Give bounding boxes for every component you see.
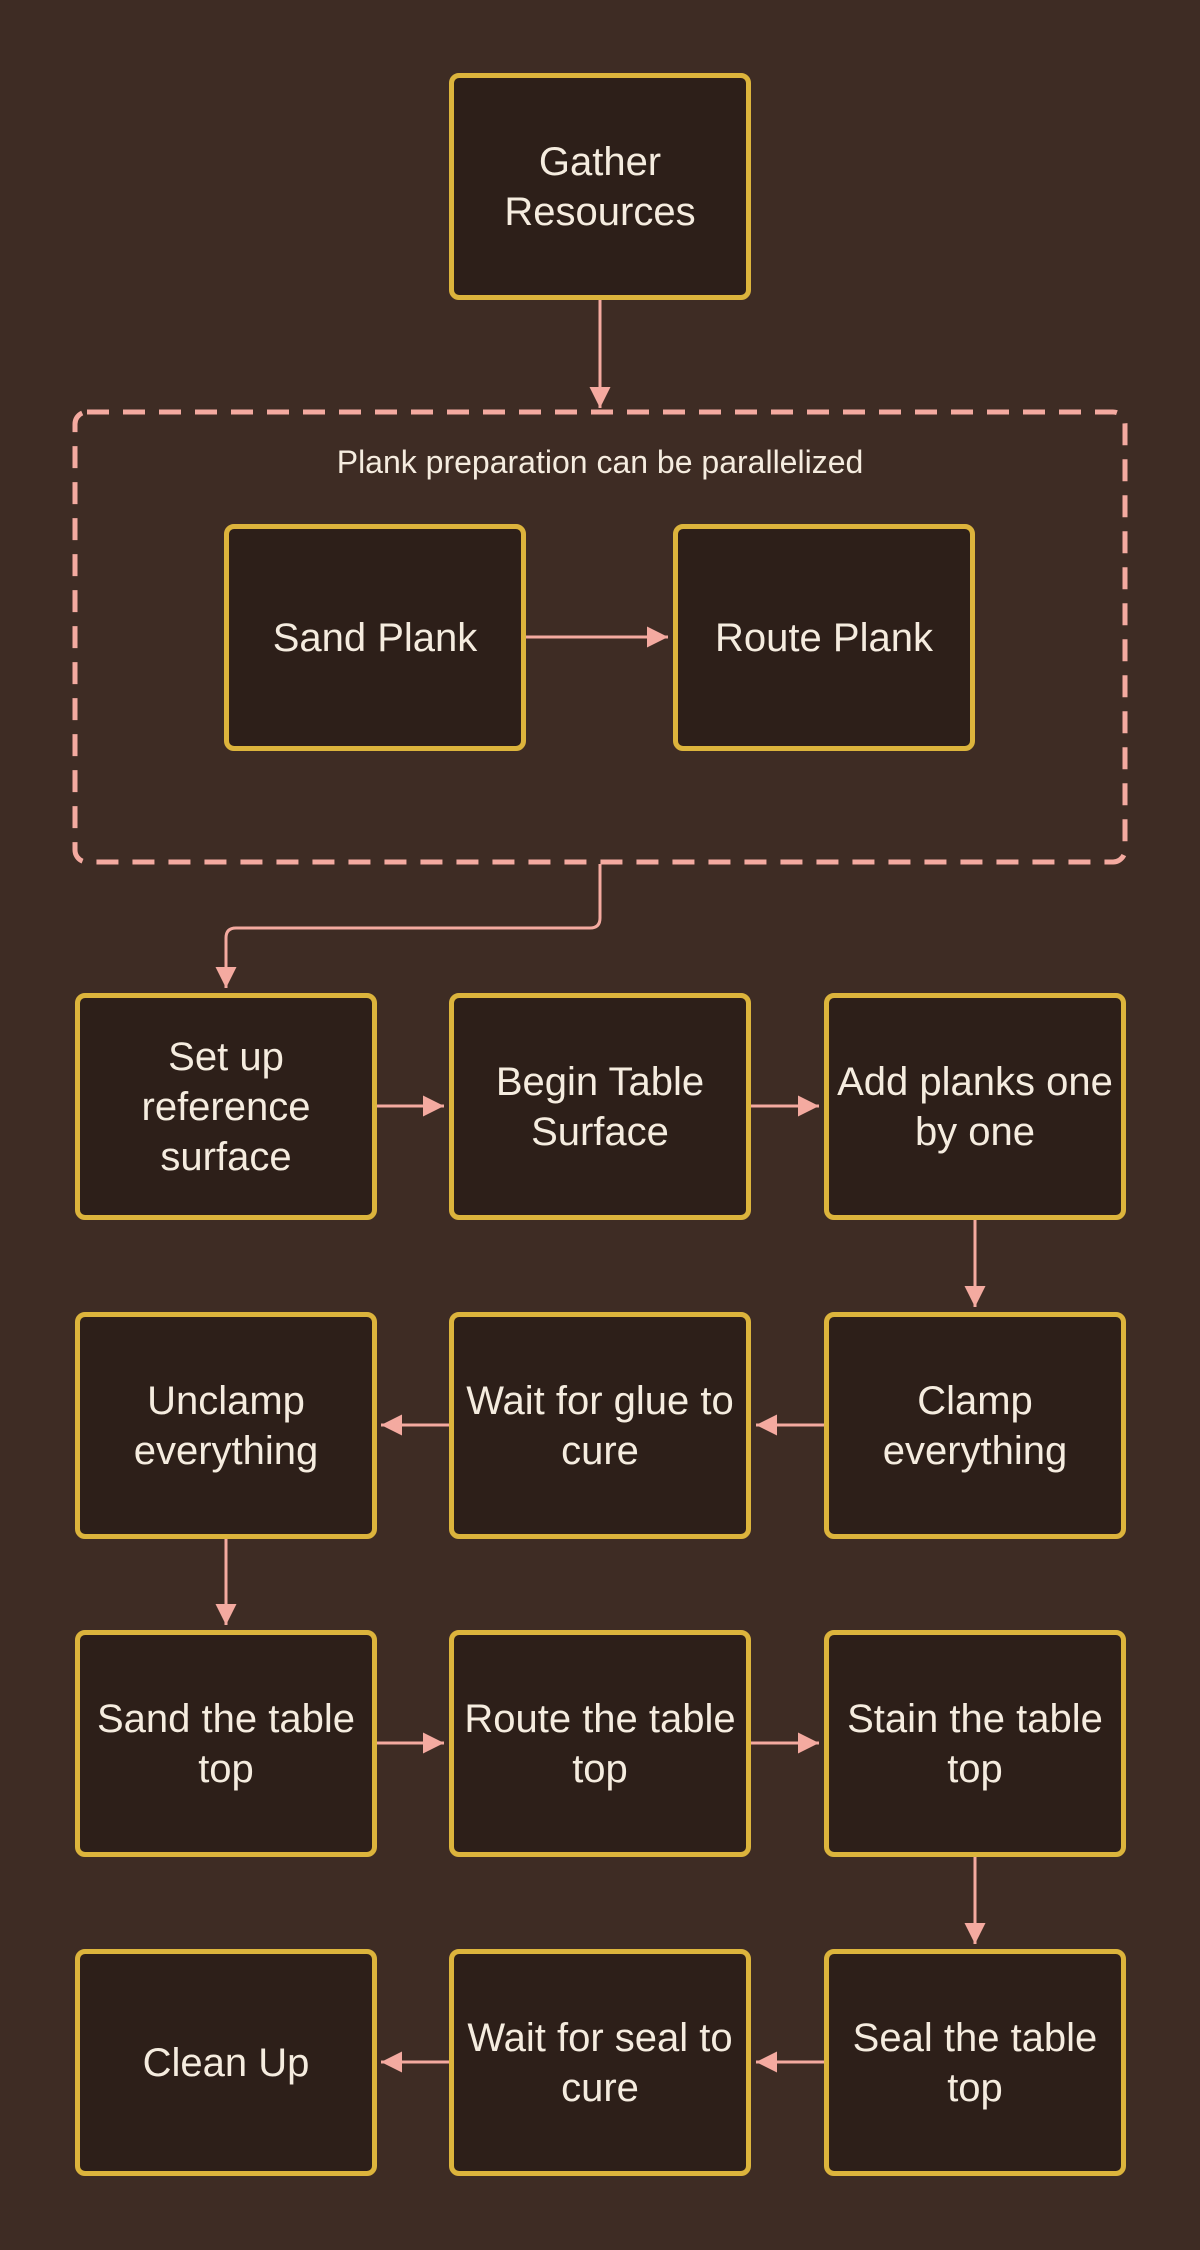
node-sand-top[interactable]: Sand the table top <box>75 1630 377 1857</box>
edge-group-to-setup <box>215 864 602 988</box>
node-seal-top[interactable]: Seal the table top <box>824 1949 1126 2176</box>
node-route-plank[interactable]: Route Plank <box>673 524 975 751</box>
node-setup-reference[interactable]: Set up reference surface <box>75 993 377 1220</box>
node-stain-top[interactable]: Stain the table top <box>824 1630 1126 1857</box>
node-route-top[interactable]: Route the table top <box>449 1630 751 1857</box>
node-begin-table[interactable]: Begin Table Surface <box>449 993 751 1220</box>
group-label: Plank preparation can be parallelized <box>336 444 864 480</box>
node-wait-seal[interactable]: Wait for seal to cure <box>449 1949 751 2176</box>
node-clean-up[interactable]: Clean Up <box>75 1949 377 2176</box>
node-add-planks[interactable]: Add planks one by one <box>824 993 1126 1220</box>
node-unclamp[interactable]: Unclamp everything <box>75 1312 377 1539</box>
node-gather-resources[interactable]: Gather Resources <box>449 73 751 300</box>
node-sand-plank[interactable]: Sand Plank <box>224 524 526 751</box>
node-wait-glue[interactable]: Wait for glue to cure <box>449 1312 751 1539</box>
node-clamp[interactable]: Clamp everything <box>824 1312 1126 1539</box>
